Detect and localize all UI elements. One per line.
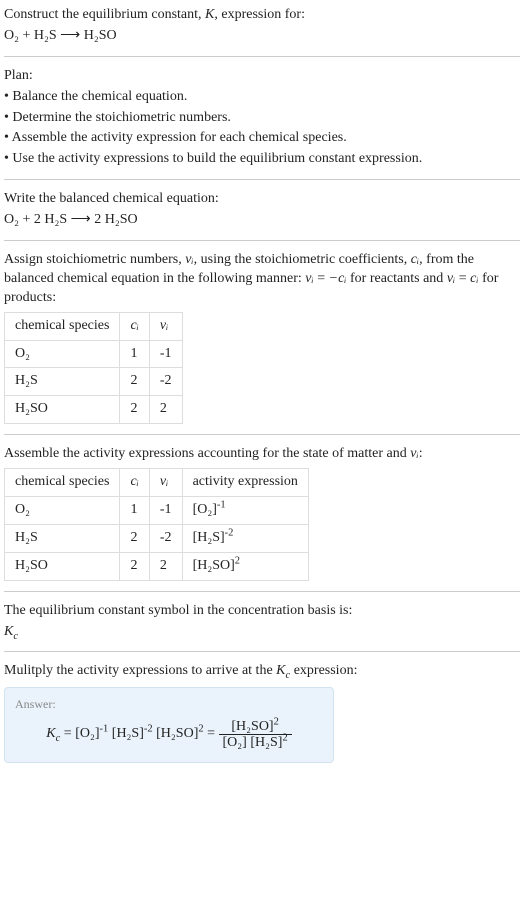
intro-line1: Construct the equilibrium constant, K, e… [4, 7, 305, 22]
cell-activity: [H₂SO]2 [182, 552, 308, 580]
activity-title: Assemble the activity expressions accoun… [4, 445, 520, 464]
multiply-title: Mulitply the activity expressions to arr… [4, 662, 520, 681]
stoich-section: Assign stoichiometric numbers, νᵢ, using… [4, 251, 520, 424]
table-row: H₂S 2 -2 [5, 368, 183, 396]
divider [4, 651, 520, 652]
col-ci: cᵢ [120, 469, 149, 497]
intro-lhs: O₂ + H₂S [4, 28, 57, 43]
cell-species: H₂S [5, 368, 120, 396]
divider [4, 179, 520, 180]
table-row: O₂ 1 -1 [5, 340, 183, 368]
answer-equation: Kc = [O₂]-1 [H₂S]-2 [H₂SO]2 = [H₂SO]2 [O… [15, 719, 323, 751]
cell-nui: 2 [149, 552, 182, 580]
plan-item: • Balance the chemical equation. [4, 88, 520, 107]
stoich-text: Assign stoichiometric numbers, νᵢ, using… [4, 251, 520, 308]
stoich-text-b: , using the stoichiometric coefficients, [194, 252, 411, 267]
cell-nui: -2 [149, 524, 182, 552]
activity-title-a: Assemble the activity expressions accoun… [4, 446, 410, 461]
cell-nui: -1 [149, 497, 182, 525]
eq2-r: cᵢ [470, 271, 478, 286]
cell-ci: 2 [120, 368, 149, 396]
cell-activity: [O₂]-1 [182, 497, 308, 525]
nu-i: νᵢ [410, 446, 418, 461]
col-activity: activity expression [182, 469, 308, 497]
stoich-table: chemical species cᵢ νᵢ O₂ 1 -1 H₂S 2 -2 … [4, 312, 183, 425]
table-row: H₂SO 2 2 [H₂SO]2 [5, 552, 309, 580]
table-header-row: chemical species cᵢ νᵢ [5, 312, 183, 340]
balanced-lhs: O₂ + 2 H₂S [4, 212, 67, 227]
fraction-denominator: [O₂] [H₂S]2 [219, 734, 292, 750]
multiply-title-b: expression: [290, 663, 357, 678]
plan-item: • Determine the stoichiometric numbers. [4, 109, 520, 128]
eq1-l: νᵢ [305, 271, 313, 286]
table-header-row: chemical species cᵢ νᵢ activity expressi… [5, 469, 309, 497]
col-species: chemical species [5, 312, 120, 340]
kc-symbol-title: The equilibrium constant symbol in the c… [4, 602, 520, 621]
balanced-title: Write the balanced chemical equation: [4, 190, 520, 209]
kc-symbol: Kc [4, 623, 520, 642]
balanced: Write the balanced chemical equation: O₂… [4, 190, 520, 230]
table-row: H₂S 2 -2 [H₂S]-2 [5, 524, 309, 552]
multiply-title-a: Mulitply the activity expressions to arr… [4, 663, 276, 678]
intro: Construct the equilibrium constant, K, e… [4, 6, 520, 46]
divider [4, 240, 520, 241]
fraction: [H₂SO]2 [O₂] [H₂S]2 [219, 719, 292, 751]
cell-activity: [H₂S]-2 [182, 524, 308, 552]
divider [4, 434, 520, 435]
plan-title: Plan: [4, 67, 520, 86]
cell-ci: 2 [120, 524, 149, 552]
cell-ci: 1 [120, 497, 149, 525]
kc-symbol-section: The equilibrium constant symbol in the c… [4, 602, 520, 642]
cell-nui: -1 [149, 340, 182, 368]
cell-nui: -2 [149, 368, 182, 396]
fraction-numerator: [H₂SO]2 [219, 719, 292, 734]
stoich-text-d: for reactants and [347, 271, 447, 286]
plan-item: • Assemble the activity expression for e… [4, 129, 520, 148]
cell-nui: 2 [149, 396, 182, 424]
cell-species: H₂S [5, 524, 120, 552]
cell-ci: 2 [120, 552, 149, 580]
plan-item: • Use the activity expressions to build … [4, 150, 520, 169]
col-nui: νᵢ [149, 312, 182, 340]
activity-section: Assemble the activity expressions accoun… [4, 445, 520, 580]
stoich-text-a: Assign stoichiometric numbers, [4, 252, 185, 267]
intro-rhs: H₂SO [84, 28, 117, 43]
arrow-icon: ⟶ [60, 28, 80, 43]
intro-equation: O₂ + H₂S ⟶ H₂SO [4, 27, 520, 46]
arrow-icon: ⟶ [71, 212, 91, 227]
col-nui: νᵢ [149, 469, 182, 497]
c-i: cᵢ [411, 252, 419, 267]
activity-table: chemical species cᵢ νᵢ activity expressi… [4, 468, 309, 581]
cell-species: O₂ [5, 340, 120, 368]
balanced-equation: O₂ + 2 H₂S ⟶ 2 H₂SO [4, 211, 520, 230]
eq2-l: νᵢ [447, 271, 455, 286]
cell-species: O₂ [5, 497, 120, 525]
nu-i: νᵢ [185, 252, 193, 267]
plan: Plan: • Balance the chemical equation. •… [4, 67, 520, 169]
answer-label: Answer: [15, 696, 323, 712]
eq1-r: −cᵢ [329, 271, 347, 286]
cell-ci: 1 [120, 340, 149, 368]
divider [4, 56, 520, 57]
cell-species: H₂SO [5, 396, 120, 424]
multiply-section: Mulitply the activity expressions to arr… [4, 662, 520, 763]
col-ci: cᵢ [120, 312, 149, 340]
answer-box: Answer: Kc = [O₂]-1 [H₂S]-2 [H₂SO]2 = [H… [4, 687, 334, 763]
table-row: O₂ 1 -1 [O₂]-1 [5, 497, 309, 525]
table-row: H₂SO 2 2 [5, 396, 183, 424]
divider [4, 591, 520, 592]
col-species: chemical species [5, 469, 120, 497]
cell-ci: 2 [120, 396, 149, 424]
balanced-rhs: 2 H₂SO [94, 212, 137, 227]
activity-title-b: : [419, 446, 423, 461]
cell-species: H₂SO [5, 552, 120, 580]
